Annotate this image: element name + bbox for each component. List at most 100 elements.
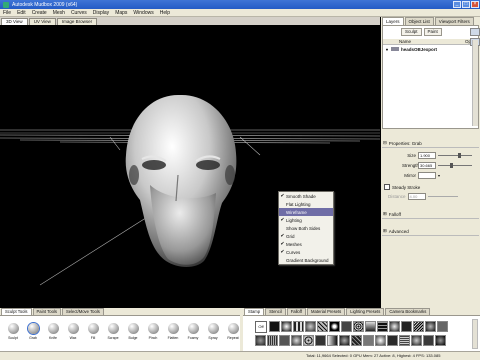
stamp-thumbnail[interactable] [423,335,434,346]
menu-edit[interactable]: Edit [14,10,29,16]
stamp-thumbnail[interactable] [363,335,374,346]
menu-mesh[interactable]: Mesh [50,10,68,16]
tab-material-presets[interactable]: Material Presets [307,308,346,315]
stamp-thumbnail[interactable] [387,335,398,346]
menu-item-grid[interactable]: ✔ Grid [279,232,333,240]
strength-slider[interactable] [438,163,472,168]
tab-falloff[interactable]: Falloff [286,308,307,315]
minimize-button[interactable]: _ [453,1,461,8]
menu-item-curves[interactable]: ✔ Curves [279,248,333,256]
menu-item-show-both-sides[interactable]: Show Both Sides [279,224,333,232]
stamp-thumbnail[interactable] [293,321,304,332]
eye-icon[interactable]: ● [383,47,391,52]
menu-item-flat-lighting[interactable]: Flat Lighting [279,200,333,208]
menu-item-smooth-shade[interactable]: ✔ Smooth Shade [279,192,333,200]
stamp-thumbnail[interactable] [425,321,436,332]
tab-viewport-filters[interactable]: Viewport Filters [434,17,474,25]
expand-icon[interactable]: ⊞ [383,228,387,234]
distance-slider[interactable] [427,196,458,197]
sculpt-tool[interactable]: Sculpt [6,316,20,346]
stamp-thumbnail[interactable] [327,335,338,346]
strength-field[interactable]: 30.665 [418,162,436,169]
stamp-thumbnail[interactable] [317,321,328,332]
menu-item-lighting[interactable]: ✔ Lighting [279,216,333,224]
stamp-thumbnail[interactable] [399,335,410,346]
advanced-section[interactable]: ⊞ Advanced [382,227,479,236]
menu-maps[interactable]: Maps [112,10,130,16]
tab-lighting-presets[interactable]: Lighting Presets [346,308,385,315]
stamp-thumbnail[interactable] [339,335,350,346]
menu-create[interactable]: Create [29,10,50,16]
tab-stamp[interactable]: Stamp [244,308,265,315]
flatten-tool[interactable]: Flatten [166,316,180,346]
falloff-section[interactable]: ⊞ Falloff [382,210,479,219]
3d-viewport[interactable] [0,25,380,308]
stamp-thumbnail[interactable] [303,335,314,346]
layers-scrollbar[interactable] [472,40,478,126]
sculpt-layers-button[interactable]: Sculpt [401,28,422,36]
stamp-thumbnail[interactable] [411,335,422,346]
bulge-tool[interactable]: Bulge [126,316,140,346]
expand-icon[interactable]: ⊞ [383,211,387,217]
maximize-button[interactable]: □ [462,1,470,8]
close-button[interactable]: × [471,1,479,8]
stamp-thumbnail[interactable] [377,321,388,332]
tab-object-list[interactable]: Object List [404,17,434,25]
stamp-thumbnail[interactable] [341,321,352,332]
stamp-thumbnail[interactable] [329,321,340,332]
stamp-thumbnail[interactable] [389,321,400,332]
repeat-tool[interactable]: Repeat [226,316,240,346]
mirror-dropdown[interactable] [418,172,436,179]
stamp-thumbnail[interactable] [375,335,386,346]
menu-display[interactable]: Display [90,10,112,16]
tab-sculpt-tools[interactable]: Sculpt Tools [1,308,32,315]
pinch-tool[interactable]: Pinch [146,316,160,346]
tab-uv-view[interactable]: UV View [28,18,56,25]
stamp-thumbnail[interactable] [279,335,290,346]
foamy-tool[interactable]: Foamy [186,316,200,346]
wax-tool[interactable]: Wax [66,316,80,346]
stamp-thumbnail[interactable] [435,335,446,346]
stamp-thumbnail[interactable] [365,321,376,332]
distance-field[interactable]: 4.00 [407,193,426,200]
stamp-thumbnail[interactable] [267,335,278,346]
paint-layers-button[interactable]: Paint [423,28,442,36]
menu-item-meshes[interactable]: ✔ Meshes [279,240,333,248]
tab-camera-bookmarks[interactable]: Camera Bookmarks [385,308,431,315]
stamp-thumbnail[interactable] [305,321,316,332]
stamp-thumbnail[interactable] [315,335,326,346]
menu-help[interactable]: Help [157,10,173,16]
tab-layers[interactable]: Layers [382,17,404,25]
size-slider[interactable] [438,153,472,158]
knife-tool[interactable]: Knife [46,316,60,346]
stamp-thumbnail[interactable] [255,335,266,346]
menu-item-wireframe[interactable]: Wireframe [279,208,333,216]
stamp-off[interactable]: Off [255,321,267,333]
layer-row[interactable]: ● headsOBJexport [383,45,478,53]
tab-image-browser[interactable]: Image Browser [56,18,98,25]
menu-windows[interactable]: Windows [130,10,156,16]
new-layer-icon[interactable] [470,28,480,36]
menu-curves[interactable]: Curves [68,10,90,16]
stamp-thumbnail[interactable] [281,321,292,332]
tab-3d-view[interactable]: 3D View [1,18,28,25]
chevron-down-icon[interactable]: ▾ [438,173,440,178]
menu-item-gradient-background[interactable]: Gradient Background [279,256,333,264]
stamp-thumbnail[interactable] [353,321,364,332]
stamp-thumbnail[interactable] [351,335,362,346]
steady-stroke-checkbox[interactable] [384,184,390,190]
stamp-thumbnail[interactable] [291,335,302,346]
collapse-icon[interactable]: ⊟ [383,140,387,146]
stamp-thumbnail[interactable] [269,321,280,332]
scrape-tool[interactable]: Scrape [106,316,120,346]
tab-select-move-tools[interactable]: Select/Move Tools [61,308,104,315]
grab-tool[interactable]: Grab [26,316,40,346]
menu-file[interactable]: File [0,10,14,16]
tab-paint-tools[interactable]: Paint Tools [32,308,61,315]
stamp-thumbnail[interactable] [437,321,448,332]
stamp-thumbnail[interactable] [401,321,412,332]
fill-tool[interactable]: Fill [86,316,100,346]
stamp-thumbnail[interactable] [413,321,424,332]
spray-tool[interactable]: Spray [206,316,220,346]
tab-stencil[interactable]: Stencil [265,308,286,315]
